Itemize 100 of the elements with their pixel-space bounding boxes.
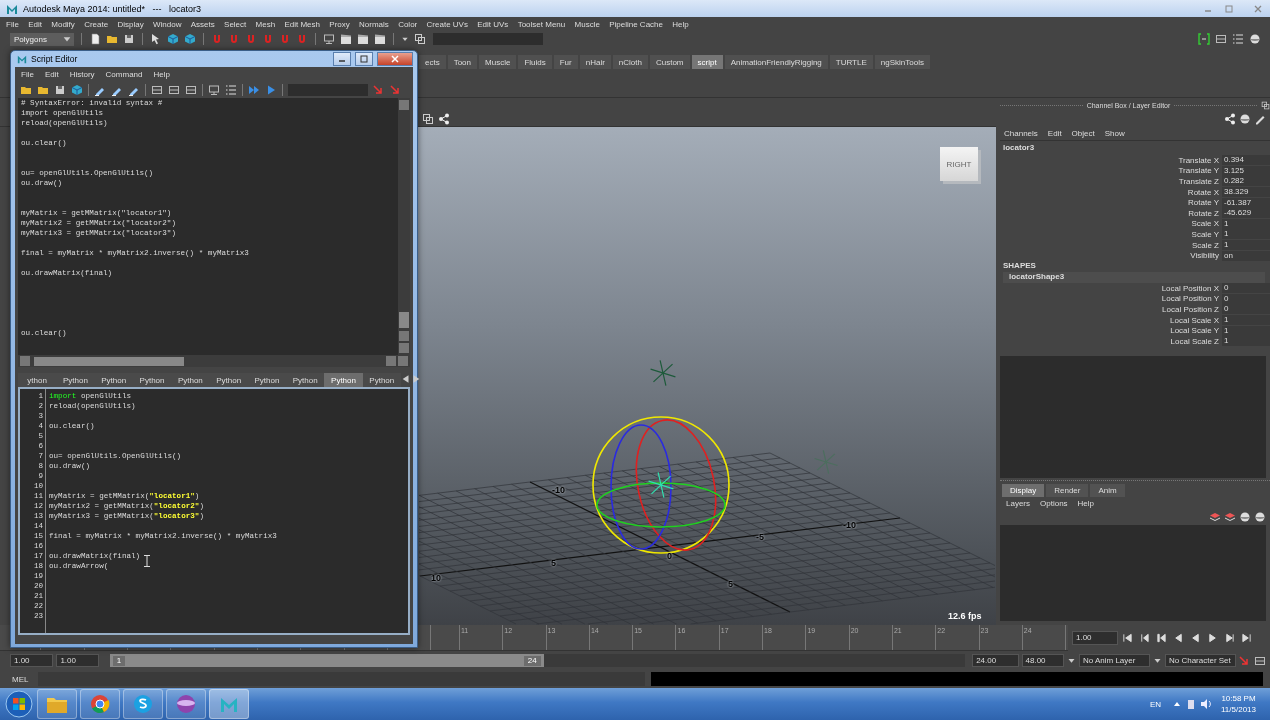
menu-item[interactable]: Toolset Menu [517, 19, 566, 29]
menu-item[interactable]: Create [84, 19, 109, 29]
shelf-tab[interactable]: script [691, 55, 723, 69]
menu-item[interactable]: File [6, 19, 19, 29]
channel-field[interactable]: -61.387 [1222, 197, 1270, 208]
caret-icon[interactable] [401, 35, 409, 43]
channel-field[interactable]: 1 [1222, 336, 1270, 347]
play-backward-icon[interactable] [1190, 632, 1201, 644]
layer-icon[interactable] [1209, 511, 1221, 523]
view-cube[interactable]: RIGHT [940, 147, 978, 181]
editor-tab[interactable]: Python [56, 373, 95, 387]
step-forward-icon[interactable] [1224, 632, 1235, 644]
range-slider-fill[interactable] [109, 654, 544, 667]
playback-start-field[interactable]: 1.00 [56, 654, 99, 667]
anim-layer-dropdown[interactable]: No Anim Layer [1078, 654, 1150, 667]
frame-icon[interactable] [414, 33, 426, 45]
sphere-icon[interactable] [1239, 113, 1251, 125]
menu-item[interactable]: Edit UVs [477, 19, 509, 29]
menu-item[interactable]: Proxy [329, 19, 350, 29]
menu-item[interactable]: Layers [1006, 498, 1030, 508]
frame-icon[interactable] [422, 113, 434, 125]
channel-field[interactable]: 1 [1222, 218, 1270, 229]
pane-icon[interactable] [185, 83, 197, 96]
menu-item[interactable]: Normals [359, 19, 389, 29]
end-time-field[interactable]: 48.00 [1021, 654, 1064, 667]
bracket-icon[interactable] [1198, 33, 1210, 45]
channel-field[interactable]: 3.125 [1222, 165, 1270, 176]
pane-icon[interactable] [168, 83, 180, 96]
scrollbar[interactable] [398, 98, 410, 355]
layer-tab[interactable]: Display [1002, 484, 1045, 497]
channel-field[interactable]: 1 [1222, 240, 1270, 251]
clapper-icon[interactable] [357, 33, 369, 45]
skip-to-end-icon[interactable] [1241, 632, 1252, 644]
shelf-tab[interactable]: nCloth [612, 55, 648, 69]
menu-item[interactable]: Create UVs [426, 19, 468, 29]
menu-item[interactable]: History [69, 69, 95, 79]
channel-field[interactable]: 1 [1222, 325, 1270, 336]
shelf-tab[interactable]: Custom [649, 55, 690, 69]
speaker-icon[interactable] [1200, 698, 1212, 710]
menu-item[interactable]: Muscle [574, 19, 600, 29]
shelf-tab[interactable]: Fluids [518, 55, 552, 69]
menu-item[interactable]: Color [398, 19, 418, 29]
save-icon[interactable] [54, 83, 66, 96]
start-time-field[interactable]: 1.00 [10, 654, 54, 667]
pane-icon[interactable] [1215, 33, 1227, 45]
channel-field[interactable]: 0.282 [1222, 176, 1270, 187]
play-icon[interactable] [1207, 632, 1218, 644]
sphere-icon[interactable] [1249, 33, 1261, 45]
clapper-icon[interactable] [340, 33, 352, 45]
layer-tab[interactable]: Anim [1090, 484, 1125, 497]
shelf-tab[interactable]: Muscle [479, 55, 517, 69]
scrollbar[interactable] [18, 355, 410, 367]
start-button[interactable] [4, 689, 34, 719]
previous-key-icon[interactable] [1156, 632, 1167, 644]
menu-item[interactable]: Mesh [255, 19, 276, 29]
render-view-icon[interactable] [323, 33, 335, 45]
menu-item[interactable]: Assets [190, 19, 215, 29]
code-editor[interactable] [18, 387, 410, 635]
cube-icon[interactable] [184, 33, 196, 45]
viewport-scene-drawing[interactable] [418, 127, 996, 625]
shelf-tab[interactable]: TURTLE [829, 55, 873, 69]
shelf-tab[interactable]: AnimationFriendlyRigging [724, 55, 828, 69]
sphere-icon[interactable] [1239, 511, 1251, 523]
menu-item[interactable]: Edit [1047, 128, 1062, 138]
menu-item[interactable]: Window [153, 19, 182, 29]
menu-item[interactable]: Edit [44, 69, 59, 79]
caret-icon[interactable] [1152, 656, 1162, 665]
menu-item[interactable]: Options [1040, 498, 1068, 508]
menu-item[interactable]: Help [672, 19, 689, 29]
menu-item[interactable]: Help [153, 69, 170, 79]
channel-field[interactable]: 0.394 [1222, 155, 1270, 166]
menu-item[interactable]: Help [1077, 498, 1095, 508]
channel-field[interactable]: on [1222, 250, 1270, 261]
channel-field[interactable]: 38.329 [1222, 187, 1270, 198]
taskbar-button[interactable] [37, 689, 77, 719]
taskbar-button[interactable] [166, 689, 206, 719]
skip-to-start-icon[interactable] [1122, 632, 1133, 644]
editor-tab[interactable]: Python [209, 373, 248, 387]
editor-tab[interactable]: Python [286, 373, 325, 387]
close-button[interactable] [377, 52, 413, 66]
folder-icon[interactable] [106, 33, 118, 45]
step-back-icon[interactable] [1173, 632, 1184, 644]
editor-tab[interactable]: Python [171, 373, 210, 387]
maximize-button[interactable] [355, 52, 373, 66]
editor-tab[interactable]: Python [324, 373, 363, 387]
nodes-icon[interactable] [438, 113, 450, 125]
menu-item[interactable]: Display [117, 19, 144, 29]
shelf-tab[interactable]: nHair [579, 55, 611, 69]
editor-tab[interactable]: Python [247, 373, 287, 387]
shelf-tab[interactable]: ngSkinTools [874, 55, 930, 69]
menu-item[interactable]: Command [105, 69, 143, 79]
channel-field[interactable]: 0 [1222, 304, 1270, 315]
editor-tab[interactable]: ython [18, 373, 57, 387]
character-set-dropdown[interactable]: No Character Set [1164, 654, 1236, 667]
taskbar-button[interactable] [80, 689, 120, 719]
monitor-icon[interactable] [208, 83, 220, 96]
current-time-field[interactable]: 1.00 [1072, 631, 1118, 645]
execute-icon[interactable] [265, 83, 277, 96]
channel-field[interactable]: -45.629 [1222, 208, 1270, 219]
language-button[interactable]: MEL [12, 674, 32, 684]
